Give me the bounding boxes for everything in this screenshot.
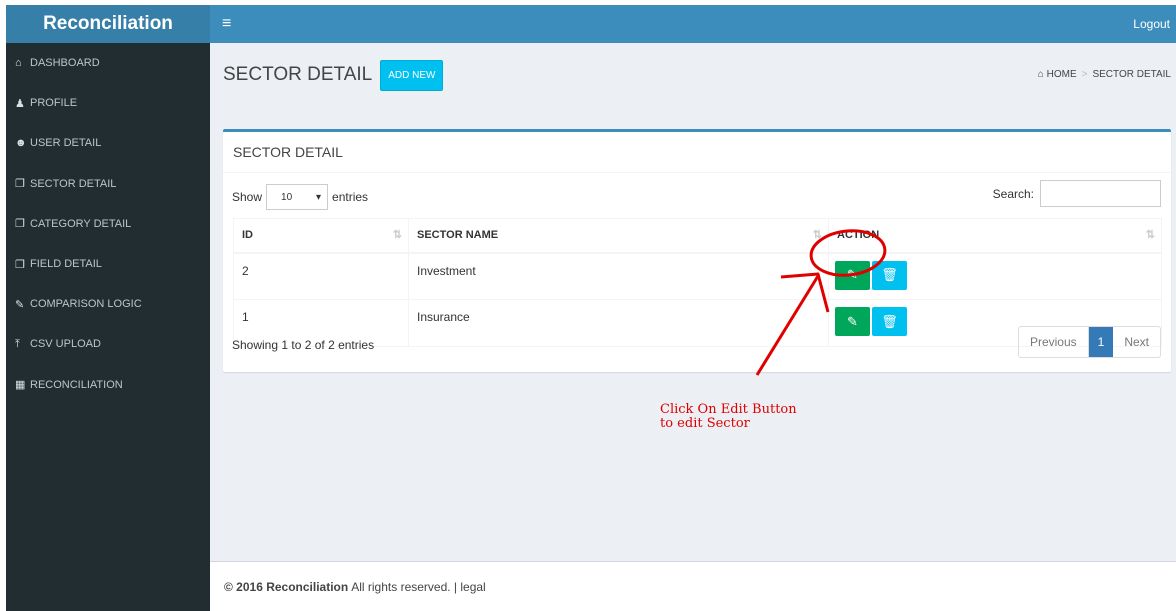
sort-icon: ⇅ <box>1145 229 1155 241</box>
cell-sector-name: Insurance <box>408 299 829 347</box>
page-1-button[interactable]: 1 <box>1088 327 1114 357</box>
entries-select-value: 10 <box>281 191 293 203</box>
cell-id: 2 <box>233 252 409 300</box>
breadcrumb-home-link[interactable]: HOME <box>1047 69 1077 80</box>
upload-icon: ⤒ <box>15 337 20 350</box>
pencil-icon: ✎ <box>847 267 858 282</box>
sidebar-item-user-detail[interactable]: ☻ USER DETAIL <box>6 123 210 163</box>
sidebar-item-label: FIELD DETAIL <box>30 258 102 271</box>
column-header-sector-name[interactable]: SECTOR NAME ⇅ <box>408 218 829 254</box>
sidebar-item-comparison-logic[interactable]: ✎ COMPARISON LOGIC <box>6 284 210 324</box>
table-header-row: ID ⇅ SECTOR NAME ⇅ ACTION ⇅ <box>233 218 1162 254</box>
breadcrumb-current: SECTOR DETAIL <box>1092 69 1171 80</box>
sidebar-item-label: SECTOR DETAIL <box>30 177 117 190</box>
home-icon: ⌂ <box>15 57 22 70</box>
column-header-label: ID <box>242 229 253 242</box>
show-label: Show <box>232 190 263 204</box>
entries-select[interactable]: 10 ▾ <box>266 184 329 210</box>
top-navbar: ≡ Logout <box>210 5 1176 43</box>
next-page-button[interactable]: Next <box>1113 327 1160 357</box>
entries-length-control: Show 10 ▾ entries <box>232 184 368 210</box>
edit-icon: ✎ <box>15 298 25 311</box>
annotation-text: Click On Edit Button to edit Sector <box>660 403 797 431</box>
column-header-label: SECTOR NAME <box>417 229 499 242</box>
logout-link[interactable]: Logout <box>1133 17 1170 31</box>
sidebar-item-dashboard[interactable]: ⌂ DASHBOARD <box>6 43 210 83</box>
edit-button[interactable]: ✎ <box>835 307 870 336</box>
search-label: Search: <box>992 186 1034 201</box>
sidebar-item-label: DASHBOARD <box>30 57 100 70</box>
sidebar-item-label: CSV UPLOAD <box>30 338 101 351</box>
user-icon: ♟ <box>15 97 25 110</box>
copy-icon: ❐ <box>15 218 25 231</box>
edit-button[interactable]: ✎ <box>835 260 870 290</box>
annotation-line: to edit Sector <box>660 416 750 431</box>
column-header-action[interactable]: ACTION ⇅ <box>828 218 1162 254</box>
breadcrumb: ⌂ HOME > SECTOR DETAIL <box>1038 69 1171 80</box>
sidebar-item-profile[interactable]: ♟ PROFILE <box>6 83 210 123</box>
sidebar-item-category-detail[interactable]: ❐ CATEGORY DETAIL <box>6 204 210 244</box>
search-input[interactable] <box>1040 180 1161 207</box>
footer-copyright: © 2016 Reconciliation <box>224 579 349 594</box>
sidebar-item-field-detail[interactable]: ❐ FIELD DETAIL <box>6 244 210 284</box>
box-divider <box>223 172 1171 173</box>
search-control: Search: <box>993 180 1161 207</box>
column-header-label: ACTION <box>837 229 880 242</box>
sidebar-item-label: CATEGORY DETAIL <box>30 217 132 230</box>
page-title: SECTOR DETAIL <box>223 64 373 85</box>
home-icon: ⌂ <box>1037 69 1044 80</box>
trash-icon: 🗑 <box>881 313 898 329</box>
delete-button[interactable]: 🗑 <box>872 307 907 336</box>
content-area: SECTOR DETAIL ADD NEW ⌂ HOME > SECTOR DETA… <box>210 43 1176 561</box>
box-title: SECTOR DETAIL <box>233 144 343 160</box>
cell-action: ✎ 🗑 <box>828 252 1162 300</box>
sidebar: ⌂ DASHBOARD ♟ PROFILE ☻ USER DETAIL ❐ SECTOR… <box>6 43 210 611</box>
sidebar-item-reconciliation[interactable]: ▦ RECONCILIATION <box>6 365 210 405</box>
delete-button[interactable]: 🗑 <box>872 260 907 290</box>
page-frame: Reconciliation ≡ Logout ⌂ DASHBOARD ♟ PROF… <box>0 0 1176 611</box>
chevron-down-icon: ▾ <box>316 191 322 203</box>
footer: © 2016 Reconciliation All rights reserve… <box>210 561 1176 611</box>
pencil-icon: ✎ <box>847 313 858 329</box>
cell-sector-name: Investment <box>408 252 829 300</box>
footer-text: All rights reserved. | legal <box>351 579 486 594</box>
annotation-line: Click On Edit Button <box>660 402 797 417</box>
copy-icon: ❐ <box>15 178 25 191</box>
menu-toggle-icon[interactable]: ≡ <box>222 15 231 33</box>
sidebar-item-sector-detail[interactable]: ❐ SECTOR DETAIL <box>6 164 210 204</box>
copy-icon: ❐ <box>15 258 25 271</box>
table-info: Showing 1 to 2 of 2 entries <box>232 338 375 352</box>
entries-label: entries <box>332 190 369 204</box>
add-new-button[interactable]: ADD NEW <box>380 59 444 91</box>
sidebar-item-label: COMPARISON LOGIC <box>30 298 142 311</box>
users-icon: ☻ <box>15 137 27 150</box>
top-header: Reconciliation ≡ Logout <box>6 5 1176 43</box>
sidebar-item-label: PROFILE <box>30 97 78 110</box>
sidebar-item-csv-upload[interactable]: ⤒ CSV UPLOAD <box>6 324 210 364</box>
calculator-icon: ▦ <box>15 379 26 392</box>
content-header: SECTOR DETAIL ADD NEW ⌂ HOME > SECTOR DETA… <box>223 59 1176 91</box>
previous-page-button[interactable]: Previous <box>1019 327 1089 357</box>
pagination: Previous 1 Next <box>1017 326 1161 358</box>
table-row: 2 Investment ✎ 🗑 <box>233 252 1162 300</box>
sidebar-item-label: RECONCILIATION <box>30 378 123 391</box>
sort-icon: ⇅ <box>392 229 402 241</box>
breadcrumb-separator: > <box>1081 69 1088 80</box>
sector-detail-box: SECTOR DETAIL Show 10 ▾ entries Search: … <box>223 129 1171 372</box>
brand-logo[interactable]: Reconciliation <box>6 5 210 43</box>
sort-icon: ⇅ <box>812 229 822 241</box>
column-header-id[interactable]: ID ⇅ <box>233 218 409 254</box>
sidebar-item-label: USER DETAIL <box>30 137 102 150</box>
trash-icon: 🗑 <box>881 267 898 282</box>
